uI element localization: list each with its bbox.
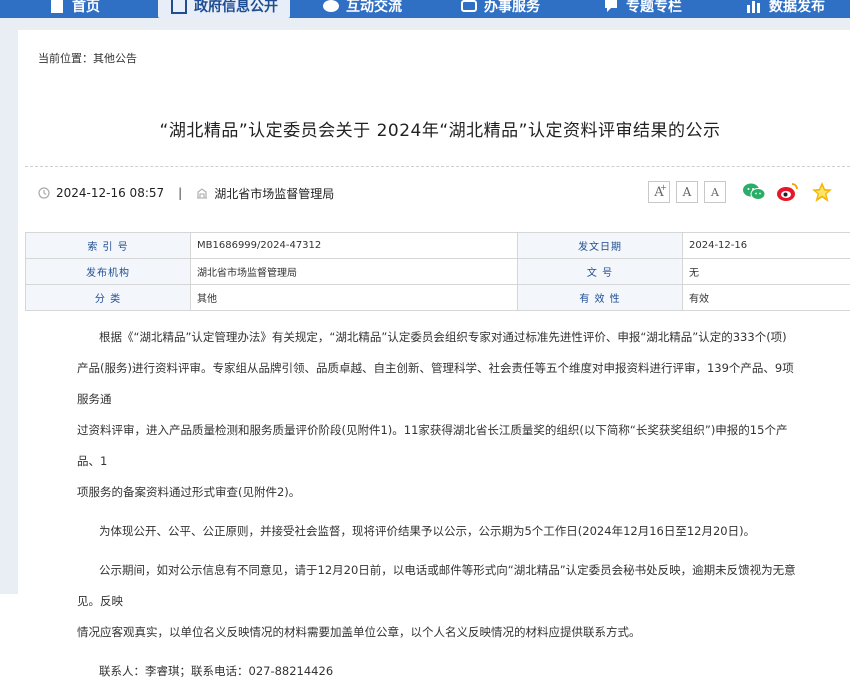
document-icon [170,0,188,15]
qzone-icon[interactable] [810,181,834,203]
publish-source: 湖北省市场监督管理局 [214,185,334,202]
category-label: 分 类 [26,285,191,311]
table-row: 发布机构 湖北省市场监督管理局 文 号 无 [26,259,850,285]
publish-datetime: 2024-12-16 08:57 [56,186,164,200]
wechat-icon[interactable] [742,181,766,203]
article-body: 根据《“湖北精品”认定管理办法》有关规定，“湖北精品”认定委员会组织专家对通过标… [77,322,797,687]
font-large-plus: + [660,183,667,192]
date-label: 发文日期 [518,233,683,259]
font-medium-button[interactable]: A [676,181,698,203]
category-value: 其他 [191,285,518,311]
font-medium-label: A [683,185,692,199]
clock-icon [38,187,50,199]
home-icon [48,0,66,15]
article-meta: 2024-12-16 08:57 | 湖北省市场监督管理局 [38,184,334,202]
date-value: 2024-12-16 [683,233,850,259]
table-row: 索 引 号 MB1686999/2024-47312 发文日期 2024-12-… [26,233,850,259]
nav-interact[interactable]: 互动交流 [322,0,402,18]
org-label: 发布机构 [26,259,191,285]
nav-home[interactable]: 首页 [48,0,100,18]
font-small-label: A [711,186,719,199]
docno-value: 无 [683,259,850,285]
nav-data-label: 数据发布 [769,0,825,16]
nav-services-label: 办事服务 [484,0,540,16]
breadcrumb-current[interactable]: 其他公告 [93,52,137,65]
paragraph-1-line-1: 根据《“湖北精品”认定管理办法》有关规定，“湖北精品”认定委员会组织专家对通过标… [77,322,797,353]
index-value: MB1686999/2024-47312 [191,233,518,259]
nav-gov-info[interactable]: 政府信息公开 [158,0,290,18]
paragraph-1-line-3: 过资料评审，进入产品质量检测和服务质量评价阶段(见附件1)。11家获得湖北省长江… [77,415,797,477]
contact-info: 联系人：李睿琪；联系电话：027-88214426 [77,656,797,687]
validity-label: 有 效 性 [518,285,683,311]
paragraph-1-line-4: 项服务的备案资料通过形式审查(见附件2)。 [77,477,797,508]
index-label: 索 引 号 [26,233,191,259]
page-title: “湖北精品”认定委员会关于 2024年“湖北精品”认定资料评审结果的公示 [0,116,850,141]
chat-icon [322,0,340,15]
nav-gov-info-label: 政府信息公开 [194,0,278,16]
topic-icon [602,0,620,15]
weibo-icon[interactable] [776,181,800,203]
doc-info-table: 索 引 号 MB1686999/2024-47312 发文日期 2024-12-… [25,232,850,311]
nav-data[interactable]: 数据发布 [745,0,825,18]
share-buttons [742,181,834,203]
paragraph-3-line-2: 情况应客观真实，以单位名义反映情况的材料需要加盖单位公章，以个人名义反映情况的材… [77,617,797,648]
table-row: 分 类 其他 有 效 性 有效 [26,285,850,311]
nav-services[interactable]: 办事服务 [460,0,540,18]
validity-value: 有效 [683,285,850,311]
org-value: 湖北省市场监督管理局 [191,259,518,285]
meta-separator: | [178,186,182,200]
paragraph-1-line-2: 产品(服务)进行资料评审。专家组从品牌引领、品质卓越、自主创新、管理科学、社会责… [77,353,797,415]
nav-topics-label: 专题专栏 [626,0,682,16]
breadcrumb-prefix: 当前位置： [38,52,93,65]
font-size-tools: A+ A A [648,181,726,203]
nav-home-label: 首页 [72,0,100,16]
paragraph-3-line-1: 公示期间，如对公示信息有不同意见，请于12月20日前，以电话或邮件等形式向“湖北… [77,555,797,617]
title-divider [25,166,850,167]
data-icon [745,0,763,15]
breadcrumb: 当前位置：其他公告 [38,50,137,66]
docno-label: 文 号 [518,259,683,285]
font-small-button[interactable]: A [704,181,726,203]
nav-interact-label: 互动交流 [346,0,402,16]
service-icon [460,0,478,15]
top-nav: 首页 政府信息公开 互动交流 办事服务 专题专栏 数据发布 [0,0,850,18]
building-icon [196,187,208,199]
paragraph-2: 为体现公开、公平、公正原则，并接受社会监督，现将评价结果予以公示，公示期为5个工… [77,516,797,547]
nav-topics[interactable]: 专题专栏 [602,0,682,18]
font-large-button[interactable]: A+ [648,181,670,203]
